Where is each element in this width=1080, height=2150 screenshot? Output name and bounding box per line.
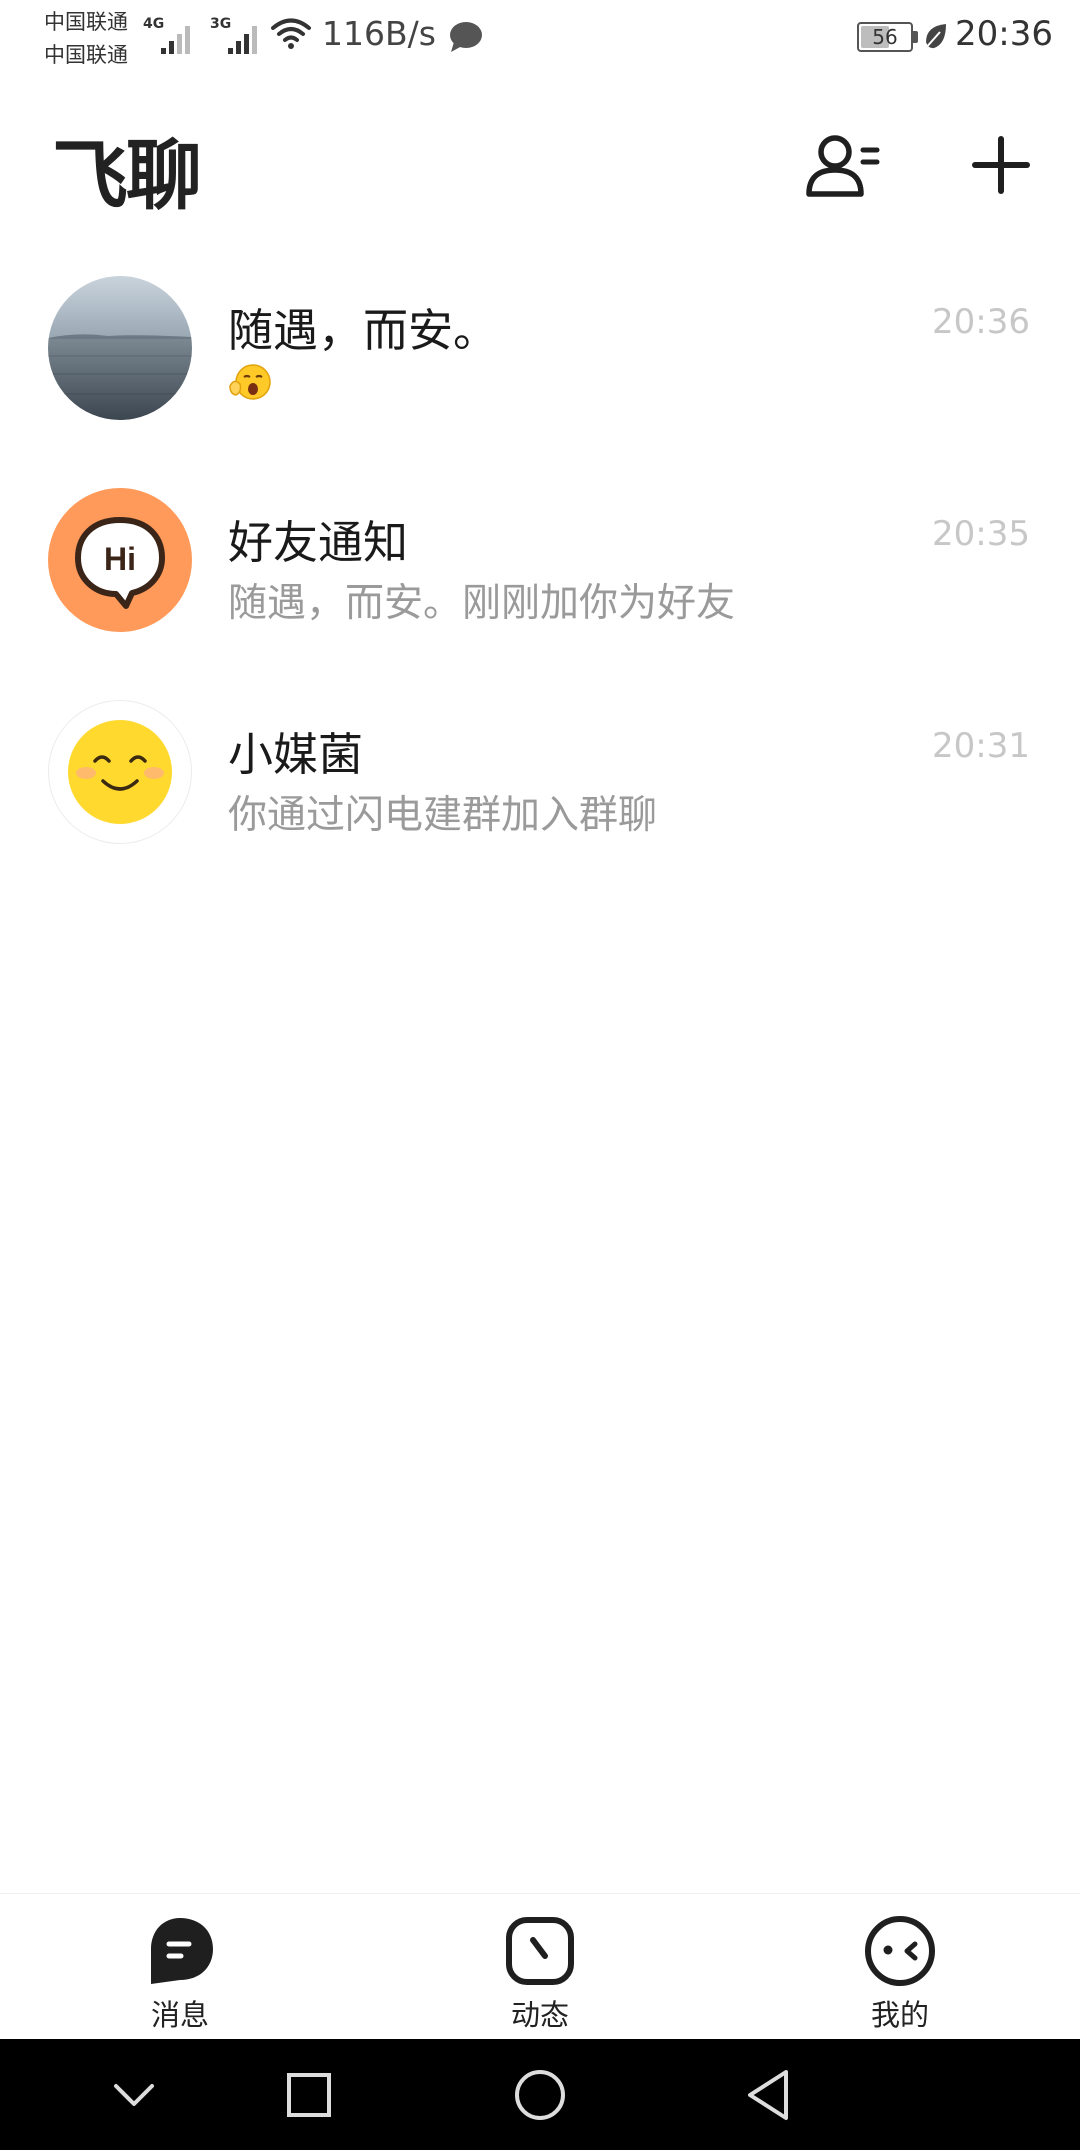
avatar bbox=[48, 700, 192, 844]
chat-time: 20:31 bbox=[932, 726, 1030, 766]
wifi-icon bbox=[271, 18, 311, 49]
clock-square-icon bbox=[506, 1917, 574, 1985]
lake-photo-avatar bbox=[48, 276, 192, 420]
nav-home-button[interactable] bbox=[504, 2059, 576, 2131]
system-nav-bar bbox=[0, 2039, 1080, 2150]
power-saving-leaf-icon bbox=[923, 24, 946, 51]
nav-recents-button[interactable] bbox=[273, 2059, 345, 2131]
bottom-tab-bar: 消息 动态 我的 bbox=[0, 1893, 1080, 2039]
triangle-back-icon bbox=[748, 2070, 788, 2120]
avatar: Hi bbox=[48, 488, 192, 632]
add-button[interactable] bbox=[958, 122, 1044, 208]
tab-moments[interactable]: 动态 bbox=[440, 1894, 640, 2040]
tab-messages[interactable]: 消息 bbox=[80, 1894, 280, 2040]
nav-collapse-button[interactable] bbox=[98, 2059, 170, 2131]
contacts-button[interactable] bbox=[800, 122, 886, 208]
circle-home-icon bbox=[515, 2070, 565, 2120]
chat-list: 随遇，而安。 20:36 Hi 好友通知 随遇，而安。刚刚加你为好友 20:35… bbox=[0, 262, 1080, 902]
yawning-face-emoji-icon bbox=[228, 362, 274, 406]
chat-preview: 随遇，而安。刚刚加你为好友 bbox=[228, 581, 736, 626]
tab-label: 动态 bbox=[510, 1998, 569, 2032]
avatar-hi-text: Hi bbox=[104, 541, 136, 577]
nav-back-button[interactable] bbox=[732, 2059, 804, 2131]
chat-item[interactable]: Hi 好友通知 随遇，而安。刚刚加你为好友 20:35 bbox=[0, 474, 1080, 686]
chat-item[interactable]: 小媒菌 你通过闪电建群加入群聊 20:31 bbox=[0, 686, 1080, 902]
app-header: 飞聊 bbox=[0, 100, 1080, 220]
plus-icon bbox=[972, 136, 1030, 194]
carrier-label-1: 中国联通 bbox=[44, 10, 128, 34]
battery-icon: 56 bbox=[857, 22, 913, 52]
tab-me[interactable]: 我的 bbox=[800, 1894, 1000, 2040]
chevron-down-icon bbox=[114, 2084, 154, 2106]
message-notification-icon bbox=[450, 22, 482, 52]
carrier-info: 中国联通 中国联通 bbox=[44, 6, 128, 72]
chat-name: 小媒菌 bbox=[228, 728, 364, 781]
wink-face-icon bbox=[865, 1916, 935, 1986]
chat-name: 随遇，而安。 bbox=[228, 304, 499, 357]
hi-speech-bubble-icon: Hi bbox=[75, 517, 165, 609]
chat-item[interactable]: 随遇，而安。 20:36 bbox=[0, 262, 1080, 474]
tab-label: 我的 bbox=[870, 1998, 929, 2032]
app-title: 飞聊 bbox=[52, 131, 202, 220]
contacts-icon bbox=[806, 135, 880, 197]
chat-name: 好友通知 bbox=[228, 516, 409, 569]
carrier-label-2: 中国联通 bbox=[44, 43, 128, 67]
status-bar: 中国联通 中国联通 4G 3G 116B/s 56 20:36 bbox=[0, 0, 1080, 80]
avatar bbox=[48, 276, 192, 420]
chat-time: 20:35 bbox=[932, 514, 1030, 554]
battery-level: 56 bbox=[872, 25, 898, 49]
square-recents-icon bbox=[287, 2073, 331, 2117]
smiley-face-avatar bbox=[68, 720, 172, 824]
status-time: 20:36 bbox=[955, 14, 1053, 54]
network-speed: 116B/s bbox=[322, 14, 436, 53]
chat-preview: 你通过闪电建群加入群聊 bbox=[228, 793, 658, 838]
message-bubble-icon bbox=[151, 1918, 213, 1984]
chat-time: 20:36 bbox=[932, 302, 1030, 342]
app-screen: 中国联通 中国联通 4G 3G 116B/s 56 20:36 飞聊 随遇，而安… bbox=[0, 0, 1080, 2150]
tab-label: 消息 bbox=[150, 1998, 209, 2032]
